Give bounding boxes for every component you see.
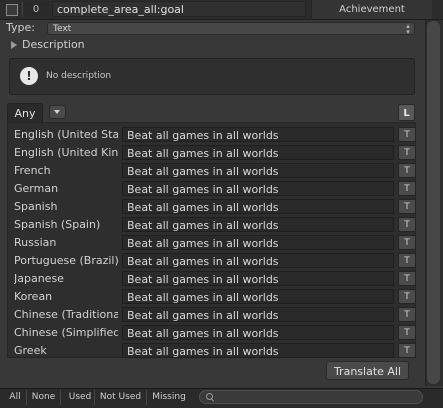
language-label: English (United States): [14, 128, 118, 141]
description-foldout[interactable]: Description: [22, 38, 85, 52]
language-label: Spanish: [14, 200, 58, 213]
language-label: English (United Kingdom): [14, 146, 118, 159]
select-checkbox[interactable]: [6, 4, 18, 16]
language-label: Chinese (Simplified): [14, 326, 118, 339]
translation-field[interactable]: Beat all games in all worlds: [122, 307, 394, 322]
translation-row: Chinese (Traditional) Beat all games in a…: [7, 306, 416, 323]
translation-row: English (United States) Beat all games in…: [7, 126, 416, 143]
filter-all-button[interactable]: All: [4, 390, 27, 405]
translation-field[interactable]: Beat all games in all worlds: [122, 199, 394, 214]
language-label: French: [14, 164, 51, 177]
scrollbar-thumb[interactable]: [427, 21, 440, 384]
translate-button[interactable]: T: [398, 325, 416, 340]
translation-field[interactable]: Beat all games in all worlds: [122, 253, 394, 268]
l-button[interactable]: L: [398, 104, 415, 121]
translate-button[interactable]: T: [398, 181, 416, 196]
exclamation-icon: !: [20, 67, 38, 85]
category-label[interactable]: Achievement: [311, 0, 432, 19]
translation-field[interactable]: Beat all games in all worlds: [122, 343, 394, 358]
translate-button[interactable]: T: [398, 235, 416, 250]
translation-row: Greek Beat all games in all worlds T: [7, 342, 416, 359]
translation-row: Portuguese (Brazil) Beat all games in all…: [7, 252, 416, 269]
type-select[interactable]: Text ▴ ▾: [47, 22, 415, 36]
term-index: 0: [22, 2, 49, 17]
language-label: Japanese: [14, 272, 64, 285]
language-label: Russian: [14, 236, 57, 249]
tab-any[interactable]: Any: [7, 103, 43, 122]
translation-row: Spanish (Spain) Beat all games in all wor…: [7, 216, 416, 233]
filter-none-button[interactable]: None: [27, 390, 61, 405]
filter-not-used-button[interactable]: Not Used: [95, 390, 147, 405]
language-label: German: [14, 182, 59, 195]
filter-missing-button[interactable]: Missing: [147, 390, 191, 405]
translate-button[interactable]: T: [398, 271, 416, 286]
language-label: Spanish (Spain): [14, 218, 101, 231]
filter-dropdown-button[interactable]: [49, 105, 66, 119]
language-label: Chinese (Traditional): [14, 308, 118, 321]
translation-row: Korean Beat all games in all worlds T: [7, 288, 416, 305]
translate-button[interactable]: T: [398, 217, 416, 232]
triangle-right-icon[interactable]: [11, 41, 17, 49]
translation-field[interactable]: Beat all games in all worlds: [122, 235, 394, 250]
select-arrows-icon: ▴ ▾: [406, 22, 410, 36]
translation-row: Russian Beat all games in all worlds T: [7, 234, 416, 251]
type-select-value: Text: [53, 24, 72, 34]
translation-row: German Beat all games in all worlds T: [7, 180, 416, 197]
translate-button[interactable]: T: [398, 145, 416, 160]
translation-field[interactable]: Beat all games in all worlds: [122, 289, 394, 304]
translate-button[interactable]: T: [398, 289, 416, 304]
language-label: Portuguese (Brazil): [14, 254, 118, 267]
translation-field[interactable]: Beat all games in all worlds: [122, 145, 394, 160]
translation-field[interactable]: Beat all games in all worlds: [122, 127, 394, 142]
translation-field[interactable]: Beat all games in all worlds: [122, 325, 394, 340]
translate-button[interactable]: T: [398, 307, 416, 322]
translate-button[interactable]: T: [398, 199, 416, 214]
translation-row: Japanese Beat all games in all worlds T: [7, 270, 416, 287]
language-label: Greek: [14, 344, 47, 357]
chevron-down-icon: [54, 110, 60, 114]
translation-field[interactable]: Beat all games in all worlds: [122, 271, 394, 286]
translation-row: Spanish Beat all games in all worlds T: [7, 198, 416, 215]
translate-button[interactable]: T: [398, 343, 416, 358]
translate-button[interactable]: T: [398, 163, 416, 178]
translation-field[interactable]: Beat all games in all worlds: [122, 181, 394, 196]
filter-used-button[interactable]: Used: [66, 390, 95, 405]
translation-field[interactable]: Beat all games in all worlds: [122, 217, 394, 232]
translation-field[interactable]: Beat all games in all worlds: [122, 163, 394, 178]
translate-button[interactable]: T: [398, 253, 416, 268]
translation-row: French Beat all games in all worlds T: [7, 162, 416, 179]
translate-button[interactable]: T: [398, 127, 416, 142]
search-input[interactable]: [199, 390, 423, 404]
term-key-field[interactable]: complete_area_all:goal: [52, 1, 306, 17]
type-label: Type:: [6, 21, 35, 34]
translation-row: English (United Kingdom) Beat all games i…: [7, 144, 416, 161]
translate-all-button[interactable]: Translate All: [326, 361, 409, 380]
translation-row: Chinese (Simplified) Beat all games in al…: [7, 324, 416, 341]
info-text: No description: [46, 71, 112, 81]
language-label: Korean: [14, 290, 53, 303]
